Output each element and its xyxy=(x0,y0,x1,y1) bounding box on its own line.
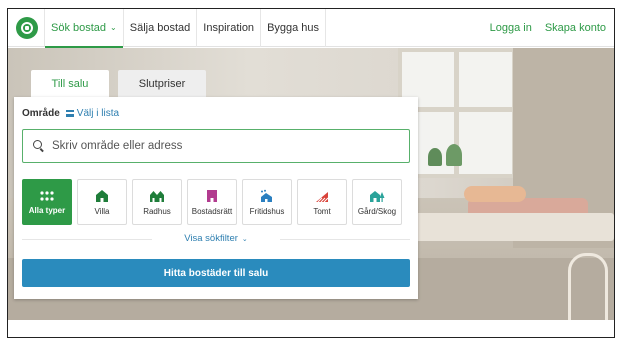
nav-menu: Sök bostad ⌄ Sälja bostad Inspiration By… xyxy=(44,9,327,48)
page-below-hero xyxy=(8,320,614,337)
top-navigation: Sök bostad ⌄ Sälja bostad Inspiration By… xyxy=(8,9,614,48)
area-label: Område xyxy=(22,108,60,119)
choose-from-list-link[interactable]: Välj i lista xyxy=(65,108,120,119)
type-label: Tomt xyxy=(313,206,331,216)
login-link[interactable]: Logga in xyxy=(490,22,532,34)
nav-item-label: Sök bostad xyxy=(51,21,107,34)
tab-till-salu[interactable]: Till salu xyxy=(31,70,109,98)
nav-item-label: Inspiration xyxy=(203,21,255,34)
type-label: Gård/Skog xyxy=(357,206,397,216)
grid-icon xyxy=(40,190,54,201)
show-search-filter-label: Visa sökfilter xyxy=(184,233,238,244)
account-links: Logga in Skapa konto xyxy=(490,22,614,34)
type-label: Alla typer xyxy=(28,205,66,215)
type-label: Radhus xyxy=(143,206,171,216)
nav-item-label: Bygga hus xyxy=(267,21,320,34)
browser-frame: Sök bostad ⌄ Sälja bostad Inspiration By… xyxy=(7,8,615,338)
radhus-icon xyxy=(150,190,164,202)
find-homes-button[interactable]: Hitta bostäder till salu xyxy=(22,259,410,287)
nav-item-sok-bostad[interactable]: Sök bostad ⌄ xyxy=(44,9,123,48)
villa-icon xyxy=(96,189,108,202)
search-panel: Område Välj i lista Alla typer xyxy=(14,97,418,299)
area-row: Område Välj i lista xyxy=(22,108,119,119)
type-alla-typer[interactable]: Alla typer xyxy=(22,179,72,225)
type-villa[interactable]: Villa xyxy=(77,179,127,225)
tomt-icon xyxy=(316,191,329,202)
nav-item-bygga-hus[interactable]: Bygga hus xyxy=(260,9,327,47)
show-search-filter-toggle[interactable]: Visa sökfilter ⌄ xyxy=(22,233,410,244)
chevron-down-icon: ⌄ xyxy=(110,23,117,32)
type-bostadsratt[interactable]: Bostadsrätt xyxy=(187,179,237,225)
type-fritidshus[interactable]: Fritidshus xyxy=(242,179,292,225)
gard-skog-icon xyxy=(370,190,385,202)
type-label: Bostadsrätt xyxy=(191,206,233,216)
tab-slutpriser[interactable]: Slutpriser xyxy=(118,70,206,98)
search-icon xyxy=(33,140,45,152)
type-label: Villa xyxy=(94,206,110,216)
nav-item-salja-bostad[interactable]: Sälja bostad xyxy=(122,9,197,47)
type-label: Fritidshus xyxy=(249,206,285,216)
search-input[interactable] xyxy=(52,140,392,152)
list-icon xyxy=(65,110,74,117)
type-tomt[interactable]: Tomt xyxy=(297,179,347,225)
search-tabs: Till salu Slutpriser xyxy=(31,70,206,98)
nav-item-inspiration[interactable]: Inspiration xyxy=(196,9,260,47)
choose-from-list-label: Välj i lista xyxy=(76,108,120,119)
bostadsratt-icon xyxy=(207,189,217,202)
type-gard-skog[interactable]: Gård/Skog xyxy=(352,179,402,225)
chevron-down-icon: ⌄ xyxy=(241,236,248,243)
fritidshus-icon xyxy=(261,189,272,202)
search-box xyxy=(22,129,410,163)
hemnet-logo-icon[interactable] xyxy=(16,16,38,39)
property-type-list: Alla typer Villa Radhus Bostadsrätt Frit… xyxy=(22,179,402,225)
type-radhus[interactable]: Radhus xyxy=(132,179,182,225)
nav-item-label: Sälja bostad xyxy=(129,21,191,34)
signup-link[interactable]: Skapa konto xyxy=(545,22,606,34)
